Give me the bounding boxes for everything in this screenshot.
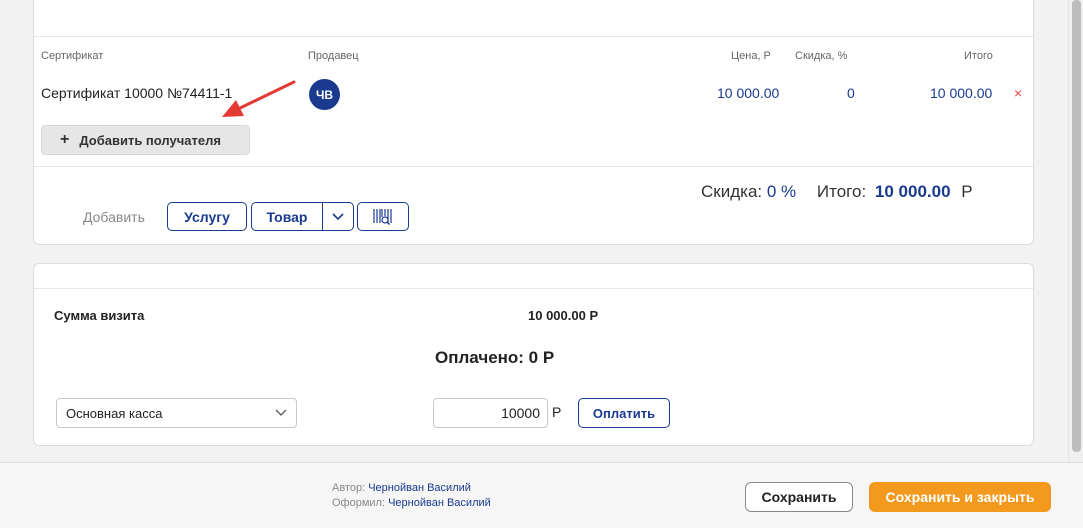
- discount-total-label: Скидка:: [701, 182, 763, 201]
- paid-status: Оплачено: 0 Р: [435, 348, 555, 367]
- visit-sum-label: Сумма визита: [54, 308, 145, 323]
- product-dropdown-toggle[interactable]: [323, 203, 353, 230]
- grand-total-label: Итого:: [816, 182, 867, 201]
- author-name-link[interactable]: Чернойван Василий: [368, 482, 471, 494]
- visit-sum-value: 10 000.00 Р: [528, 308, 599, 323]
- currency-label: Р: [961, 182, 973, 201]
- divider: [34, 36, 1033, 37]
- col-header-total: Итого: [964, 50, 993, 62]
- author-label: Автор:: [332, 482, 366, 494]
- scrollbar-thumb[interactable]: [1072, 0, 1081, 452]
- add-recipient-label: Добавить получателя: [79, 132, 221, 148]
- total-value: 10 000.00: [930, 85, 993, 101]
- discount-value[interactable]: 0: [847, 85, 855, 101]
- chevron-down-icon: [332, 212, 344, 220]
- scroll-area: Сертификат Продавец Цена, Р Скидка, % Ит…: [0, 0, 1068, 462]
- divider: [34, 288, 1033, 289]
- seller-avatar[interactable]: ЧВ: [309, 79, 340, 110]
- price-value: 10 000.00: [717, 85, 780, 101]
- col-header-seller: Продавец: [308, 50, 359, 62]
- barcode-scan-button[interactable]: [357, 202, 409, 231]
- issued-label: Оформил:: [332, 497, 386, 509]
- divider: [34, 166, 1033, 167]
- payment-amount-input[interactable]: [433, 398, 548, 428]
- col-header-certificate: Сертификат: [41, 50, 104, 62]
- plus-icon: +: [60, 131, 70, 148]
- col-header-price: Цена, Р: [731, 50, 771, 62]
- issued-meta: Оформил: Чернойван Василий: [332, 497, 491, 509]
- add-product-split-button: Товар: [251, 202, 354, 231]
- remove-row-icon[interactable]: ×: [1014, 85, 1022, 101]
- amount-currency: Р: [552, 404, 562, 420]
- chevron-down-icon: [275, 409, 287, 417]
- order-items-card: Сертификат Продавец Цена, Р Скидка, % Ит…: [33, 0, 1034, 245]
- add-product-button[interactable]: Товар: [252, 203, 323, 230]
- issued-name-link[interactable]: Чернойван Василий: [388, 497, 491, 509]
- cash-register-value: Основная касса: [66, 405, 163, 421]
- scrollbar[interactable]: [1068, 0, 1083, 462]
- barcode-scan-icon: [373, 208, 392, 225]
- discount-total-value: 0 %: [766, 182, 797, 201]
- author-meta: Автор: Чернойван Василий: [332, 482, 471, 494]
- certificate-name: Сертификат 10000 №74411-1: [41, 85, 233, 101]
- cash-register-select[interactable]: Основная касса: [56, 398, 297, 428]
- add-label: Добавить: [83, 209, 145, 225]
- col-header-discount: Скидка, %: [795, 50, 848, 62]
- add-recipient-button[interactable]: + Добавить получателя: [41, 125, 250, 155]
- order-totals: Скидка: 0 % Итого: 10 000.00 Р: [701, 182, 973, 202]
- payment-card: Сумма визита 10 000.00 Р Оплачено: 0 Р О…: [33, 263, 1034, 446]
- add-service-button[interactable]: Услугу: [167, 202, 247, 231]
- save-button[interactable]: Сохранить: [745, 482, 853, 512]
- pay-button[interactable]: Оплатить: [578, 398, 670, 428]
- save-and-close-button[interactable]: Сохранить и закрыть: [869, 482, 1051, 512]
- footer-bar: Автор: Чернойван Василий Оформил: Черной…: [0, 462, 1083, 528]
- grand-total-value: 10 000.00: [874, 182, 951, 201]
